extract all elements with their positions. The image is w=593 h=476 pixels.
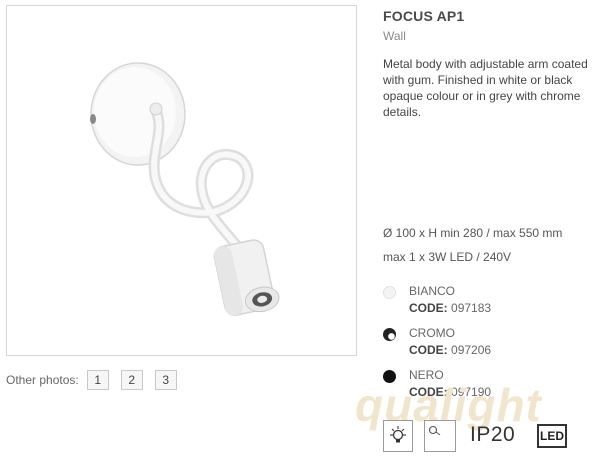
photo-page-button-1[interactable]: 1 bbox=[86, 370, 109, 390]
color-swatch bbox=[383, 328, 396, 341]
other-photos-label: Other photos: bbox=[6, 373, 79, 387]
product-description: Metal body with adjustable arm coated wi… bbox=[383, 57, 588, 119]
product-photo bbox=[6, 5, 357, 356]
product-dimensions: Ø 100 x H min 280 / max 550 mm bbox=[383, 226, 563, 240]
color-swatch bbox=[383, 286, 396, 299]
wall-lamp-illustration bbox=[90, 62, 280, 316]
ip-rating: IP20 bbox=[470, 423, 516, 446]
variant-cromo: CROMO CODE: 097206 bbox=[383, 326, 583, 362]
lightbulb-icon bbox=[383, 420, 413, 452]
product-lamp-spec: max 1 x 3W LED / 240V bbox=[383, 250, 512, 264]
product-title: FOCUS AP1 bbox=[383, 8, 465, 24]
lamp-orientation-icon bbox=[424, 420, 456, 452]
variant-name: BIANCO bbox=[409, 284, 456, 298]
photo-page-button-3[interactable]: 3 bbox=[154, 370, 177, 390]
variant-name: CROMO bbox=[409, 326, 455, 340]
led-mark: LED bbox=[537, 424, 567, 448]
variant-code: CODE: 097183 bbox=[409, 301, 492, 315]
variant-code: CODE: 097206 bbox=[409, 343, 492, 357]
product-category: Wall bbox=[383, 29, 406, 43]
variant-bianco: BIANCO CODE: 097183 bbox=[383, 284, 583, 320]
photo-page-button-2[interactable]: 2 bbox=[120, 370, 143, 390]
other-photos: Other photos: 1 2 3 bbox=[6, 370, 189, 390]
